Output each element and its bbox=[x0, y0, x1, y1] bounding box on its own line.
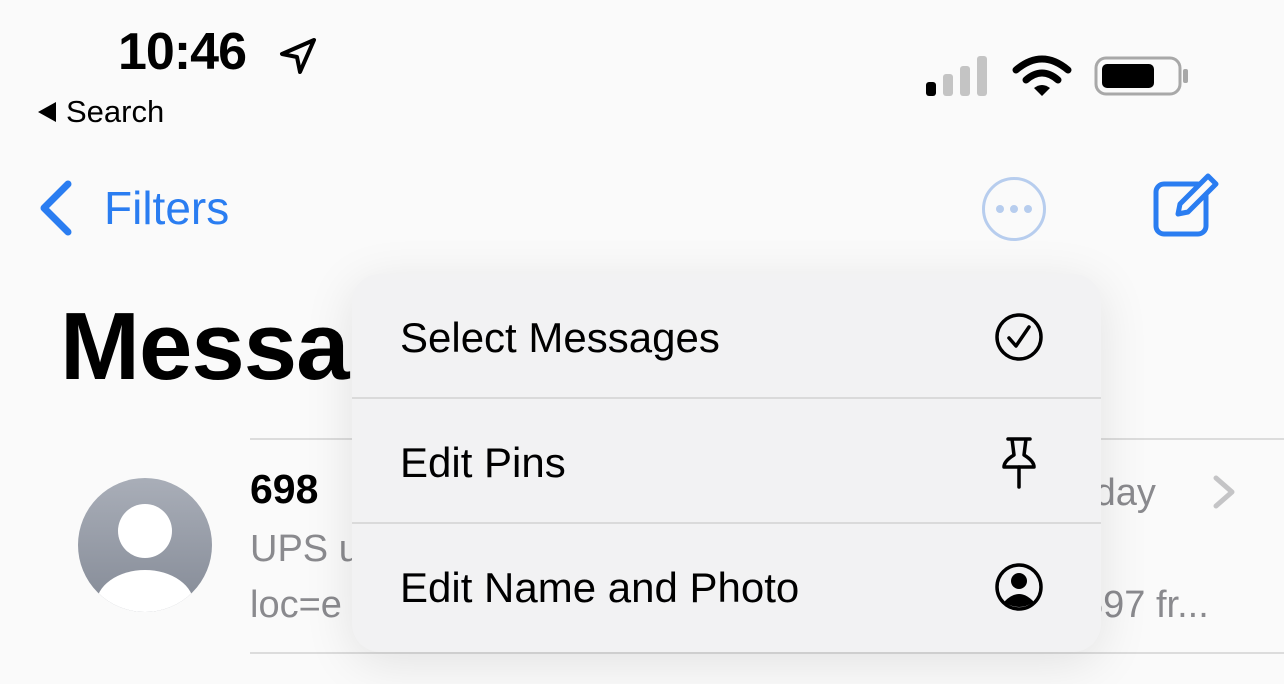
avatar-head bbox=[118, 504, 172, 558]
wifi-icon bbox=[1012, 55, 1072, 96]
page-title: Messa bbox=[60, 293, 350, 400]
menu-item-edit-pins[interactable]: Edit Pins bbox=[352, 399, 1101, 524]
back-triangle-icon bbox=[38, 102, 56, 122]
conversation-name[interactable]: 698 bbox=[250, 466, 318, 513]
checkmark-circle-icon bbox=[995, 313, 1043, 361]
conversation-preview-line2: loc=e bbox=[250, 584, 342, 626]
person-circle-icon bbox=[995, 563, 1043, 611]
divider bbox=[250, 652, 1284, 654]
pin-icon bbox=[1002, 437, 1036, 489]
avatar bbox=[78, 478, 212, 612]
context-menu: Select Messages Edit Pins Edit Name and … bbox=[352, 274, 1101, 652]
conversation-preview-line1: UPS u bbox=[250, 528, 360, 570]
menu-item-label: Select Messages bbox=[400, 314, 720, 361]
menu-item-label: Edit Pins bbox=[400, 439, 566, 486]
more-options-button[interactable] bbox=[982, 177, 1046, 241]
ellipsis-dot bbox=[1010, 205, 1018, 213]
compose-icon[interactable] bbox=[1150, 170, 1220, 240]
back-to-app-label: Search bbox=[66, 94, 165, 129]
chevron-left-icon bbox=[40, 180, 72, 236]
chevron-right-icon bbox=[1213, 475, 1235, 509]
menu-item-select-messages[interactable]: Select Messages bbox=[352, 274, 1101, 399]
menu-item-edit-name-photo[interactable]: Edit Name and Photo bbox=[352, 524, 1101, 649]
ellipsis-dot bbox=[996, 205, 1004, 213]
conversation-preview-tail: 597 fr... bbox=[1082, 584, 1209, 626]
ellipsis-dot bbox=[1024, 205, 1032, 213]
avatar-body bbox=[96, 570, 194, 612]
status-time: 10:46 bbox=[118, 23, 247, 81]
menu-item-label: Edit Name and Photo bbox=[400, 564, 800, 611]
location-arrow-icon bbox=[280, 38, 316, 74]
filters-back-button[interactable]: Filters bbox=[38, 180, 229, 236]
filters-label: Filters bbox=[104, 182, 230, 234]
back-to-app-button[interactable]: Search bbox=[38, 94, 164, 130]
battery-icon bbox=[1094, 56, 1188, 96]
cellular-signal-icon bbox=[926, 56, 987, 96]
